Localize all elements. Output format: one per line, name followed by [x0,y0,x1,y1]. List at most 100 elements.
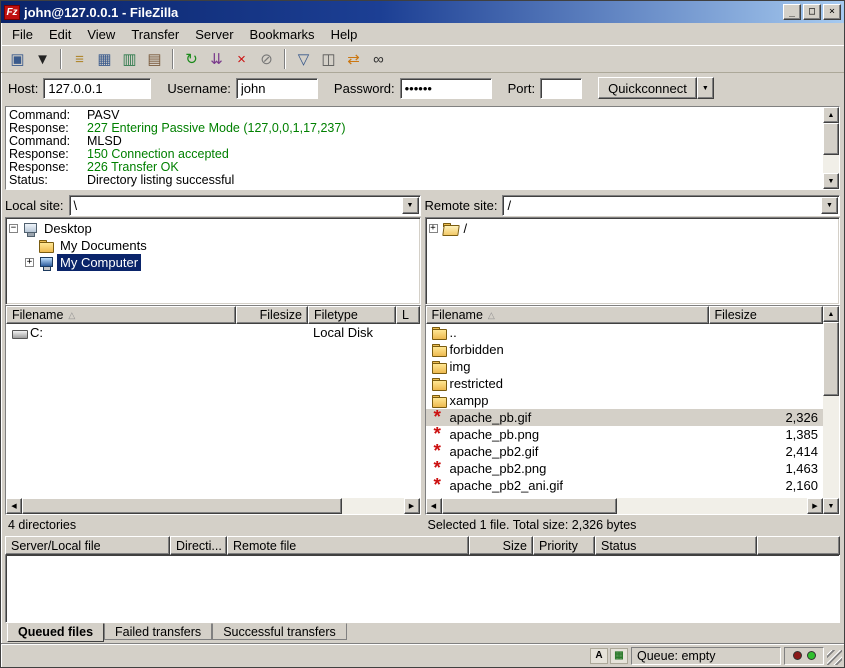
message-log-toggle-icon[interactable]: ≡ [68,48,91,70]
scroll-right-button[interactable]: ▶ [404,498,420,514]
file-row-apache-pb-gif[interactable]: apache_pb.gif2,326 [426,409,824,426]
find-files-icon[interactable]: ∞ [367,48,390,70]
close-button[interactable]: × [823,4,841,20]
scroll-thumb[interactable] [823,322,839,396]
cell-filename: apache_pb2.png [426,461,709,476]
tab-failed-transfers[interactable]: Failed transfers [104,623,212,640]
tree-item-item[interactable]: +/ [427,220,839,237]
port-input[interactable] [540,78,582,99]
scroll-up-button[interactable]: ▲ [823,306,839,322]
local-site-combo[interactable]: \ ▼ [69,195,421,216]
menu-help[interactable]: Help [323,24,366,45]
column-header-filesize[interactable]: Filesize [236,306,308,324]
queue-column-size[interactable]: Size [469,536,533,555]
filter-icon[interactable]: ▽ [292,48,315,70]
transfer-queue-toggle-icon[interactable]: ▤ [143,48,166,70]
file-row-xampp[interactable]: xampp [426,392,824,409]
menu-edit[interactable]: Edit [41,24,79,45]
username-input[interactable] [236,78,318,99]
process-queue-icon[interactable]: ⇊ [205,48,228,70]
maximize-button[interactable]: □ [803,4,821,20]
remote-list-area: Filename△Filesize ..forbiddenimgrestrict… [425,305,841,515]
folder-open-icon [442,222,459,236]
quickconnect-dropdown-button[interactable]: ▼ [697,77,714,99]
speed-limit-icon[interactable]: ▦ [610,648,628,664]
queue-column-priority[interactable]: Priority [533,536,595,555]
expand-plus-icon[interactable]: + [429,224,438,233]
queue-column-server-local-file[interactable]: Server/Local file [5,536,170,555]
remote-treeview-toggle-icon[interactable]: ▥ [118,48,141,70]
tree-item-my-documents[interactable]: My Documents [7,237,419,254]
toolbar-separator [60,49,62,69]
expand-plus-icon[interactable]: + [25,258,34,267]
tree-item-desktop[interactable]: −Desktop [7,220,419,237]
queue-column-directi[interactable]: Directi... [170,536,227,555]
file-row-restricted[interactable]: restricted [426,375,824,392]
cancel-icon[interactable]: × [230,48,253,70]
menu-server[interactable]: Server [187,24,241,45]
directory-comparison-icon[interactable]: ◫ [317,48,340,70]
scroll-track[interactable] [22,498,404,514]
refresh-icon[interactable]: ↻ [180,48,203,70]
file-row-img[interactable]: img [426,358,824,375]
scroll-left-button[interactable]: ◀ [6,498,22,514]
resize-grip[interactable] [827,650,842,665]
transfer-type-ascii-icon[interactable]: A [590,648,608,664]
scroll-thumb[interactable] [823,123,839,155]
folder-icon [431,343,448,357]
scroll-left-button[interactable]: ◀ [426,498,442,514]
synchronized-browsing-icon[interactable]: ⇄ [342,48,365,70]
local-site-dropdown-icon[interactable]: ▼ [402,197,419,214]
tab-successful-transfers[interactable]: Successful transfers [212,623,347,640]
tab-queued-files[interactable]: Queued files [7,623,104,642]
queue-column-remote-file[interactable]: Remote file [227,536,469,555]
local-hscrollbar[interactable]: ◀ ▶ [6,498,420,514]
site-manager-icon[interactable]: ▣ [6,48,29,70]
column-header-filename[interactable]: Filename△ [426,306,709,324]
scroll-up-button[interactable]: ▲ [823,107,839,123]
scroll-down-button[interactable]: ▼ [823,173,839,189]
scroll-thumb[interactable] [442,498,617,514]
scroll-track[interactable] [442,498,808,514]
minimize-button[interactable]: _ [783,4,801,20]
column-header-filesize[interactable]: Filesize [709,306,824,324]
scroll-track[interactable] [823,123,839,173]
title-bar[interactable]: Fz john@127.0.0.1 - FileZilla _ □ × [1,1,844,23]
site-manager-dropdown-icon[interactable]: ▼ [31,48,54,70]
toolbar-separator [284,49,286,69]
file-row-c[interactable]: C:Local Disk [6,324,420,341]
collapse-minus-icon[interactable]: − [9,224,18,233]
host-input[interactable] [43,78,151,99]
file-row-forbidden[interactable]: forbidden [426,341,824,358]
password-input[interactable] [400,78,492,99]
local-treeview-toggle-icon[interactable]: ▦ [93,48,116,70]
menu-view[interactable]: View [79,24,123,45]
menu-transfer[interactable]: Transfer [123,24,187,45]
file-row-item[interactable]: .. [426,324,824,341]
log-scrollbar[interactable]: ▲ ▼ [823,107,839,189]
remote-site-combo[interactable]: / ▼ [502,195,840,216]
quickconnect-button[interactable]: Quickconnect [598,77,697,99]
column-header-filetype[interactable]: Filetype [308,306,396,324]
scroll-right-button[interactable]: ▶ [807,498,823,514]
file-row-apache-pb-png[interactable]: apache_pb.png1,385 [426,426,824,443]
disconnect-icon[interactable]: ⊘ [255,48,278,70]
local-list-area: Filename△FilesizeFiletypeL C:Local Disk … [5,305,421,515]
tree-item-my-computer[interactable]: +My Computer [7,254,419,271]
queue-column-status[interactable]: Status [595,536,757,555]
file-row-apache-pb2-gif[interactable]: apache_pb2.gif2,414 [426,443,824,460]
remote-site-dropdown-icon[interactable]: ▼ [821,197,838,214]
column-header-l[interactable]: L [396,306,420,324]
remote-vscrollbar[interactable]: ▲ ▼ [823,306,839,514]
file-row-apache-pb2-ani-gif[interactable]: apache_pb2_ani.gif2,160 [426,477,824,494]
remote-hscrollbar[interactable]: ◀ ▶ [426,498,824,514]
file-row-apache-pb2-png[interactable]: apache_pb2.png1,463 [426,460,824,477]
scroll-down-button[interactable]: ▼ [823,498,839,514]
menu-file[interactable]: File [4,24,41,45]
menu-bookmarks[interactable]: Bookmarks [242,24,323,45]
scroll-track[interactable] [823,322,839,498]
queue-column-label: Remote file [233,539,296,553]
column-header-filename[interactable]: Filename△ [6,306,236,324]
scroll-thumb[interactable] [22,498,342,514]
username-label: Username: [167,81,231,96]
